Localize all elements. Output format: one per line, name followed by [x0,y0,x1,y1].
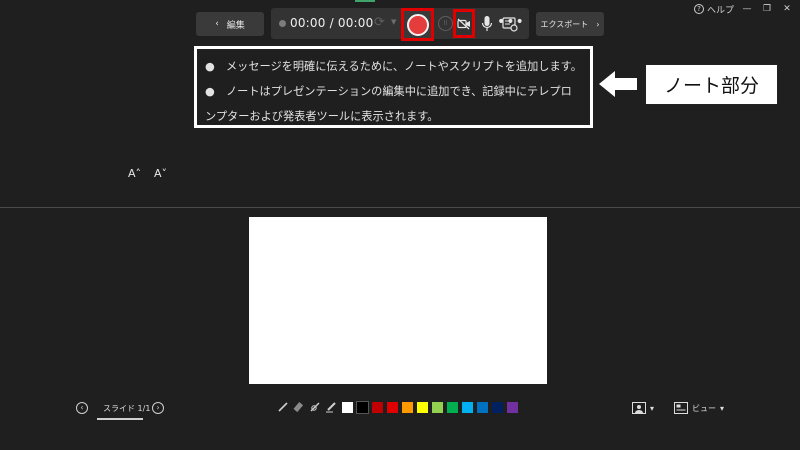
color-swatch[interactable] [342,402,353,413]
decrease-font-button[interactable]: A˅ [154,167,167,180]
previous-slide-button[interactable]: ‹ [76,402,88,414]
pen-icon[interactable] [277,401,289,413]
restore-button[interactable]: ❐ [760,4,774,14]
next-slide-button[interactable]: › [152,402,164,414]
export-label: エクスポート [540,19,589,29]
chevron-left-icon: ‹ [215,19,219,29]
slide-counter-underline [97,418,143,420]
help-label: ヘルプ [706,5,734,16]
slide-counter: スライド 1/1 [103,404,151,413]
highlighter-icon[interactable] [325,401,337,413]
color-swatch[interactable] [372,402,383,413]
more-options-button[interactable]: ••• [497,15,525,29]
record-icon[interactable] [406,13,429,36]
notes-box[interactable]: ● メッセージを明確に伝えるために、ノートやスクリプトを追加します。 ● ノート… [194,46,593,128]
view-label: ビュー [692,403,716,413]
laser-pointer-icon[interactable] [309,401,321,413]
edit-button[interactable]: ‹ 編集 [196,12,264,36]
notes-line: ンプターおよび発表者ツールに表示されます。 [205,110,439,123]
callout-label: ノート部分 [663,75,759,97]
chevron-down-icon[interactable]: ▼ [391,18,396,26]
microphone-icon[interactable] [480,15,494,33]
camera-off-icon[interactable] [457,18,471,30]
view-button[interactable]: ビュー ▾ [674,402,724,414]
title-accent-line [355,0,375,2]
minimize-button[interactable]: — [740,4,754,14]
recording-status-dot [279,20,286,27]
ink-tools [277,401,337,413]
color-swatch[interactable] [492,402,503,413]
window-controls: ? ヘルプ — ❐ ✕ [693,2,794,16]
edit-label: 編集 [226,20,245,31]
color-swatch[interactable] [477,402,488,413]
eraser-icon[interactable] [293,401,305,413]
chevron-right-icon: › [596,19,600,29]
help-button[interactable]: ? ヘルプ [693,3,734,16]
notes-line: ● メッセージを明確に伝えるために、ノートやスクリプトを追加します。 [205,60,582,73]
recording-timer: 00:00 / 00:00 [290,16,374,30]
slide-preview[interactable] [249,217,547,384]
close-button[interactable]: ✕ [780,4,794,14]
reload-icon[interactable]: ⟳ [374,15,385,30]
color-swatch[interactable] [462,402,473,413]
camera-button-highlight [453,9,475,38]
view-icon [674,402,688,414]
notes-callout: ノート部分 [645,64,778,105]
recording-toolbar: 00:00 / 00:00 ⟳ ▼ II [271,8,529,41]
color-swatch[interactable] [417,402,428,413]
record-button-highlight [401,8,434,41]
color-swatch[interactable] [387,402,398,413]
presenter-icon [632,402,646,414]
color-swatch[interactable] [432,402,443,413]
increase-font-button[interactable]: A˄ [128,167,141,180]
help-icon: ? [693,4,704,14]
color-swatches [342,401,518,414]
export-button[interactable]: エクスポート › [536,12,604,36]
pane-divider[interactable] [0,207,800,208]
notes-line: ● ノートはプレゼンテーションの編集中に追加でき、記録中にテレプロ [205,85,572,98]
color-swatch[interactable] [447,402,458,413]
color-swatch[interactable] [507,402,518,413]
color-swatch[interactable] [402,402,413,413]
view-caret: ▾ [720,403,725,413]
color-swatch[interactable] [356,401,369,414]
pause-icon[interactable]: II [438,16,453,31]
presenter-button[interactable]: ▾ [632,402,654,414]
arrow-left-icon [599,71,637,97]
presenter-caret: ▾ [650,403,655,413]
